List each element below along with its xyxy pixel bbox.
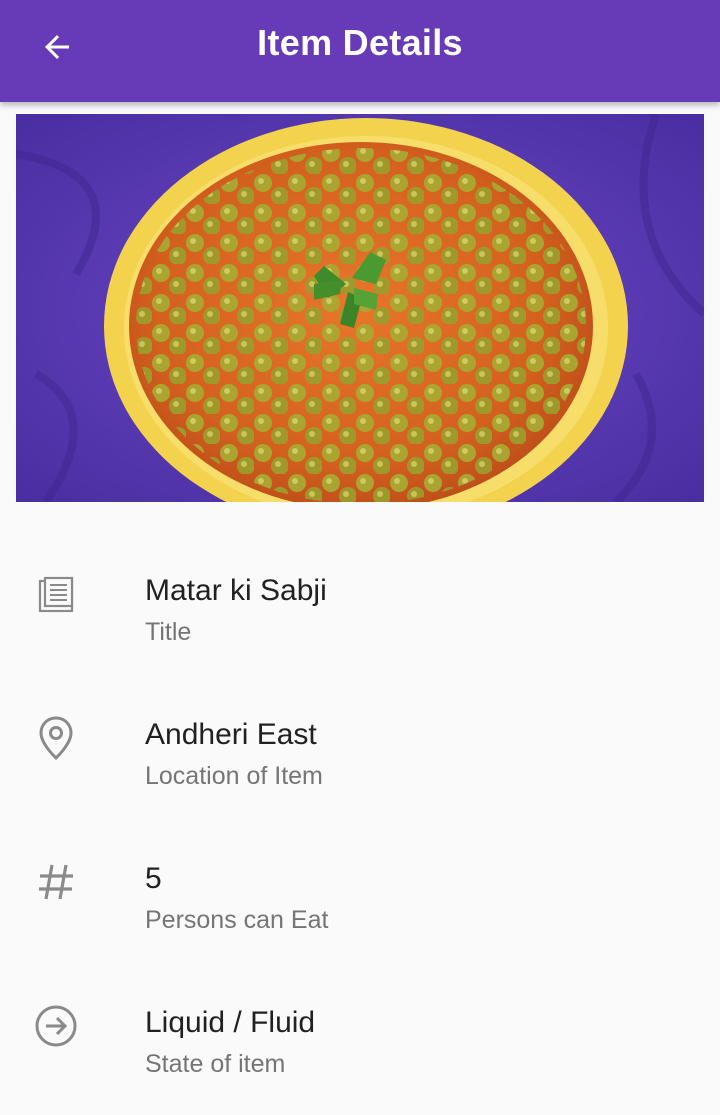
page-title: Item Details (257, 22, 463, 63)
item-photo (16, 114, 704, 502)
location-value: Andheri East (145, 718, 317, 751)
hash-icon (32, 858, 80, 906)
arrow-circle-right-icon (32, 1002, 80, 1050)
location-label: Location of Item (145, 762, 323, 790)
state-label: State of item (145, 1050, 286, 1078)
detail-row-persons: 5 Persons can Eat (0, 850, 720, 970)
detail-row-title: Matar ki Sabji Title (0, 562, 720, 682)
persons-value: 5 (145, 862, 162, 895)
item-title-label: Title (145, 618, 192, 646)
detail-row-location: Andheri East Location of Item (0, 706, 720, 826)
app-bar: Item Details (0, 0, 720, 102)
state-value: Liquid / Fluid (145, 1006, 316, 1039)
persons-label: Persons can Eat (145, 906, 329, 934)
article-icon (32, 572, 80, 620)
detail-row-state: Liquid / Fluid State of item (0, 994, 720, 1114)
item-title-value: Matar ki Sabji (145, 574, 327, 607)
location-pin-icon (32, 714, 80, 762)
